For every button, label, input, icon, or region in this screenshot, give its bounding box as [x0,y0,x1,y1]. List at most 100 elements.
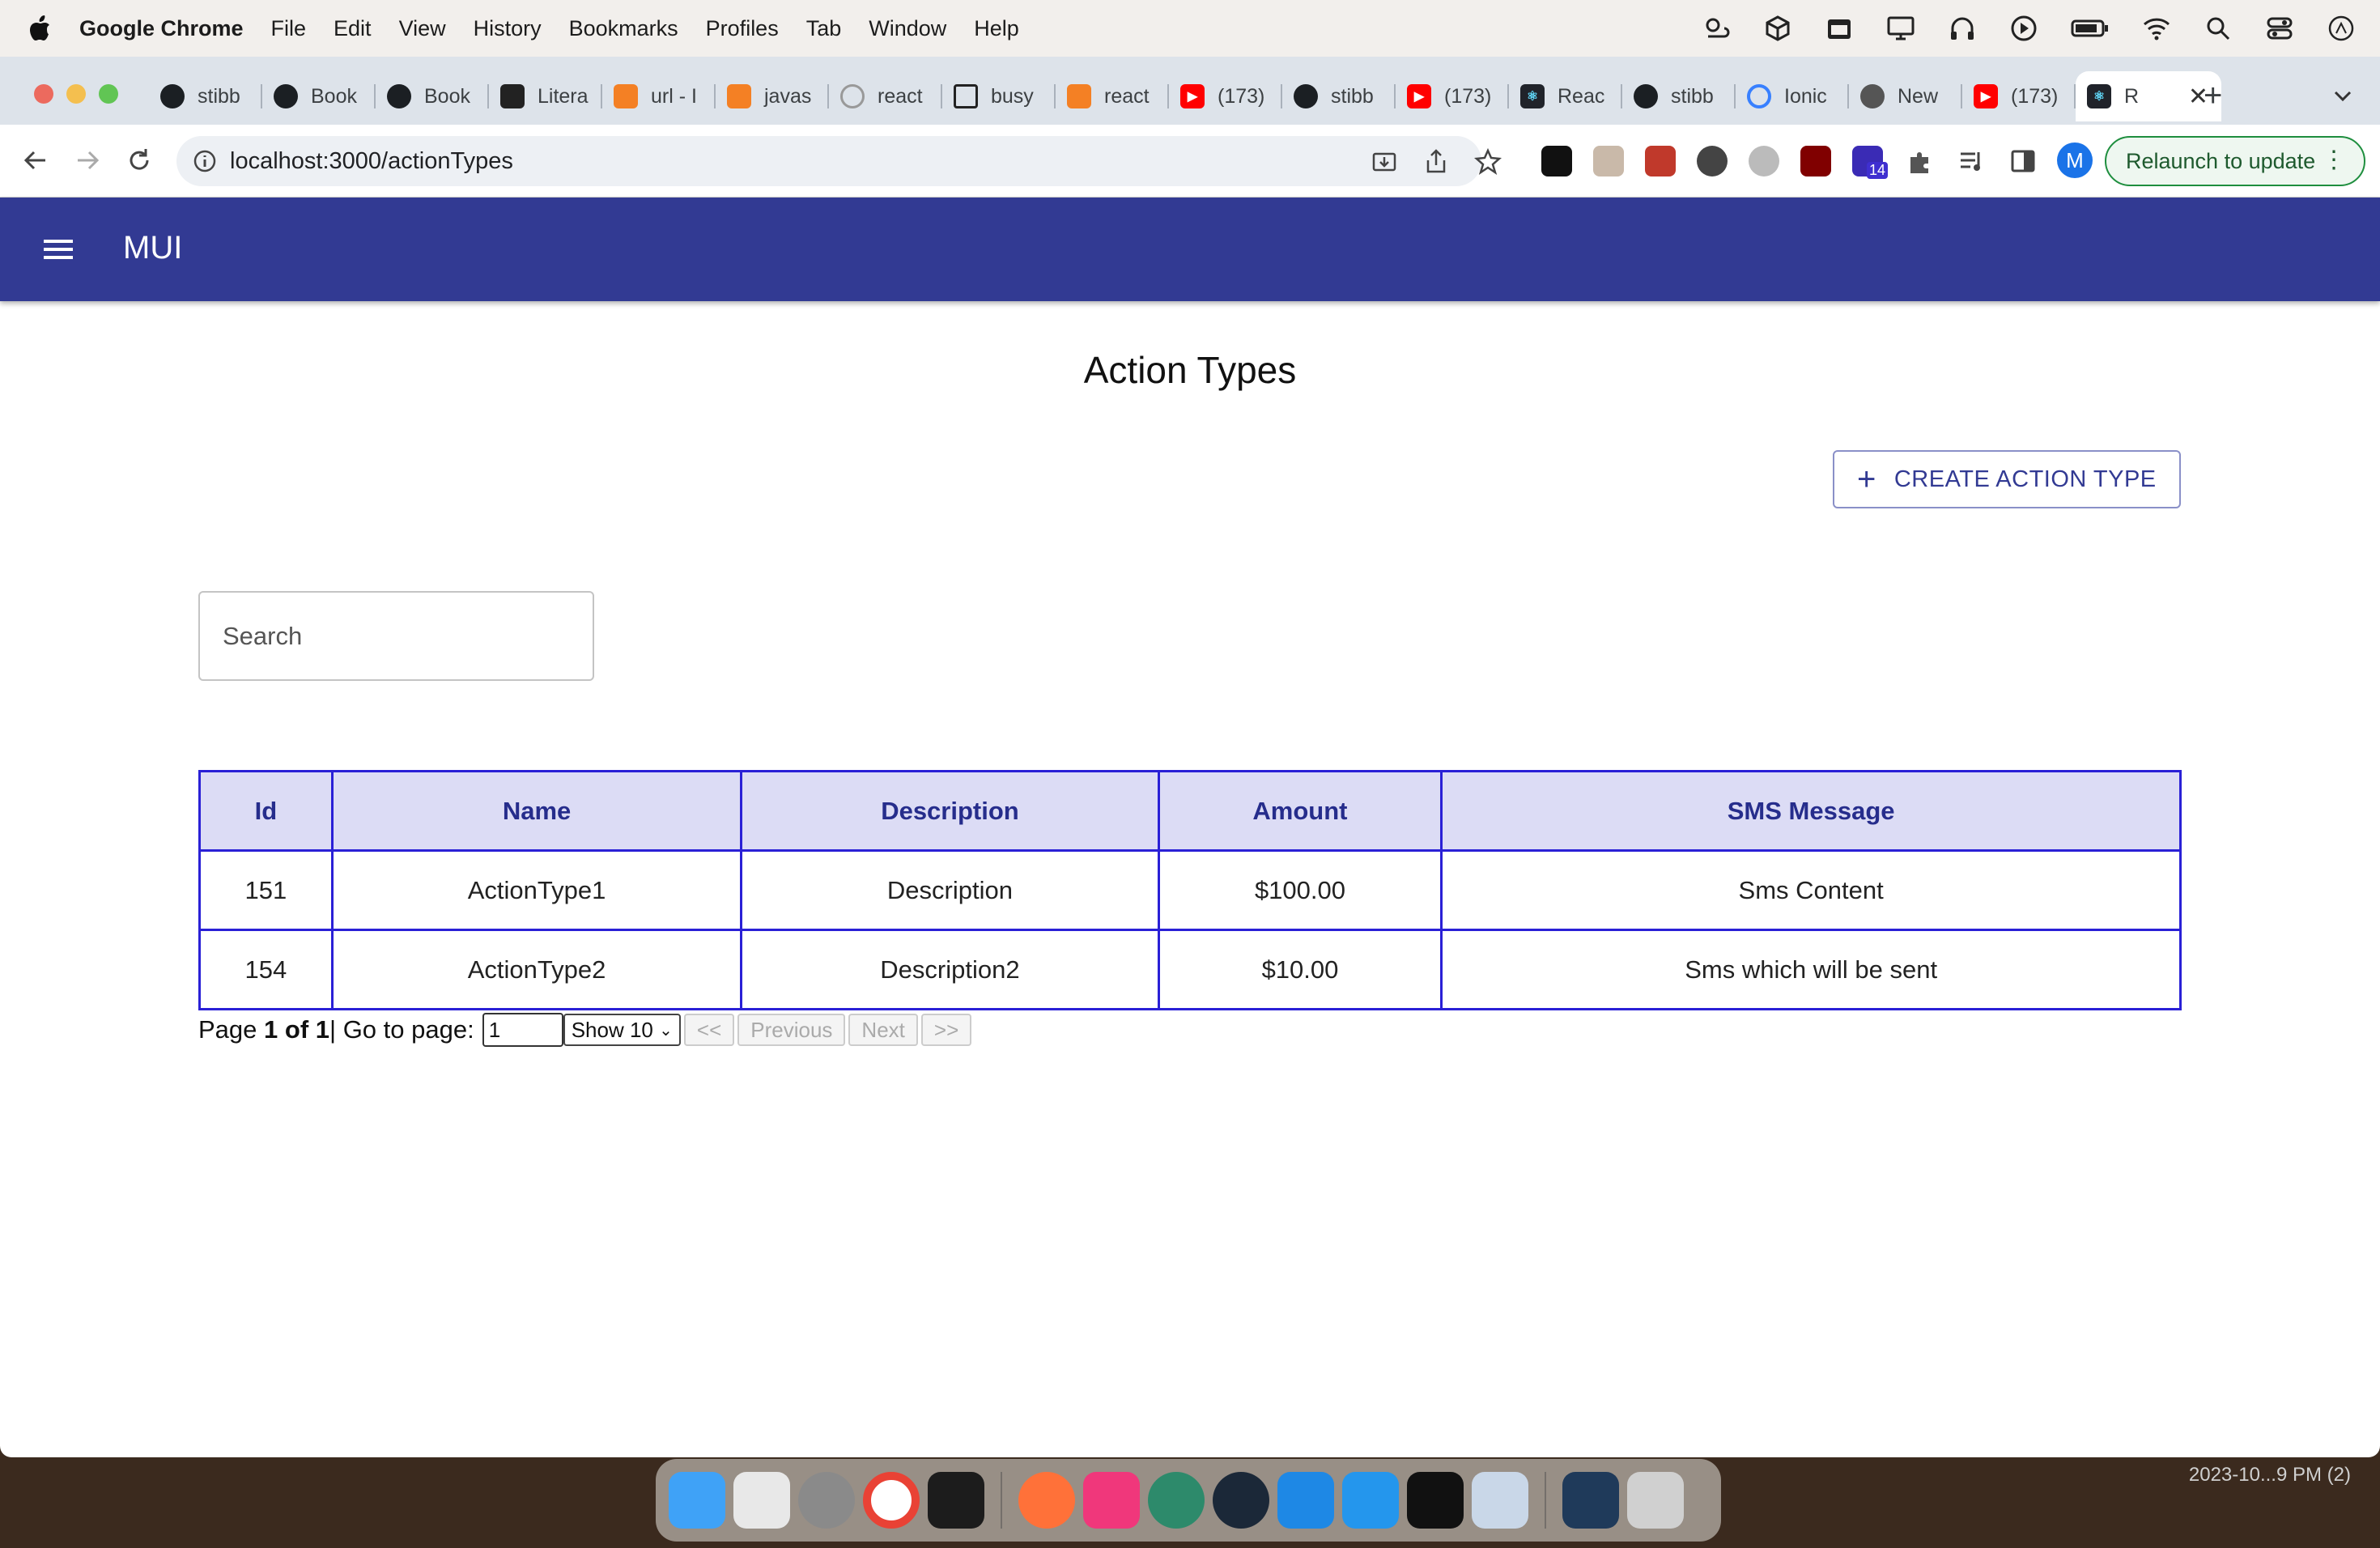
tab-react[interactable]: ⚛ Reac [1509,71,1622,121]
menu-profiles[interactable]: Profiles [706,16,779,41]
extensions-puzzle-icon[interactable] [1904,146,1935,176]
tab-github[interactable]: stibb [1282,71,1396,121]
new-tab-button[interactable]: + [2204,78,2222,114]
install-app-icon[interactable] [1370,147,1399,176]
play-icon[interactable] [2009,14,2038,43]
apple-icon[interactable] [28,15,52,42]
tab-stackoverflow[interactable]: javas [716,71,829,121]
intellij-icon[interactable] [1083,1472,1140,1529]
tab-ionic[interactable]: Ionic [1736,71,1849,121]
menu-edit[interactable]: Edit [334,16,372,41]
control-center-icon[interactable] [2265,14,2294,43]
tab-stackoverflow[interactable]: url - I [602,71,716,121]
downloads-stack-icon[interactable] [1562,1472,1619,1529]
tab-youtube[interactable]: ▶ (173) [1962,71,2076,121]
page-size-select[interactable]: Show 10 ⌄ [563,1014,681,1046]
tab-square[interactable]: busy [942,71,1056,121]
more-vert-icon[interactable]: ⋮ [2322,146,2346,174]
hamburger-menu-icon[interactable] [42,233,74,266]
relaunch-to-update-button[interactable]: Relaunch to update ⋮ [2105,136,2365,186]
tab-stackoverflow[interactable]: react [1056,71,1169,121]
calendar-icon[interactable] [1825,14,1854,43]
back-arrow-icon[interactable] [18,142,53,178]
box-icon[interactable] [1763,14,1792,43]
table-row[interactable]: 154 ActionType2 Description2 $10.00 Sms … [198,929,2182,1010]
launchpad-icon[interactable] [733,1472,790,1529]
iterm-icon[interactable] [1407,1472,1464,1529]
firefox-icon[interactable] [1018,1472,1075,1529]
next-page-button[interactable]: Next [848,1014,918,1046]
previous-page-button[interactable]: Previous [737,1014,846,1046]
pagination-separator: | [329,1015,337,1044]
menu-tab[interactable]: Tab [806,16,842,41]
menu-bookmarks[interactable]: Bookmarks [569,16,678,41]
siri-icon[interactable] [2327,14,2356,43]
tampermonkey-icon[interactable] [1541,146,1572,176]
profile-avatar[interactable]: M [2057,142,2093,178]
side-panel-icon[interactable] [2008,146,2038,176]
battery-icon[interactable] [2071,14,2110,43]
window-minimize-button[interactable] [66,84,86,104]
column-header-description[interactable]: Description [740,770,1160,852]
menu-file[interactable]: File [271,16,307,41]
menu-app-name[interactable]: Google Chrome [79,16,244,41]
forward-arrow-icon[interactable] [70,142,105,178]
atom-icon[interactable] [1148,1472,1205,1529]
menu-help[interactable]: Help [974,16,1019,41]
ublock-origin-icon[interactable] [1800,146,1831,176]
webstorm-icon[interactable] [1277,1472,1334,1529]
menu-window[interactable]: Window [869,16,946,41]
column-header-amount[interactable]: Amount [1157,770,1443,852]
tab-youtube[interactable]: ▶ (173) [1169,71,1282,121]
display-icon[interactable] [1886,14,1915,43]
finder-icon[interactable] [669,1472,725,1529]
extension-icon[interactable] [1697,146,1728,176]
trash-icon[interactable] [1627,1472,1684,1529]
share-icon[interactable] [1422,147,1451,176]
tab-github[interactable]: stibb [149,71,262,121]
reading-list-icon[interactable] [1956,146,1987,176]
table-row[interactable]: 151 ActionType1 Description $100.00 Sms … [198,849,2182,931]
goto-page-input[interactable]: 1 [482,1013,563,1047]
tab-github[interactable]: Book [376,71,489,121]
chrome-icon[interactable] [863,1472,920,1529]
spotlight-search-icon[interactable] [2204,14,2233,43]
system-settings-icon[interactable] [798,1472,855,1529]
docker-icon[interactable] [1342,1472,1399,1529]
first-page-button[interactable]: << [683,1014,735,1046]
tab-github[interactable]: stibb [1622,71,1736,121]
window-zoom-button[interactable] [99,84,118,104]
url-text[interactable]: localhost:3000/actionTypes [230,148,513,175]
preview-icon[interactable] [1472,1472,1528,1529]
tab-active[interactable]: ⚛ R ✕ [2076,71,2221,121]
desktop-file-label[interactable]: 2023-10...9 PM (2) [2189,1464,2351,1486]
menu-view[interactable]: View [399,16,446,41]
tab-document[interactable]: Litera [489,71,602,121]
chevron-down-icon[interactable] [2328,81,2357,110]
site-info-icon[interactable] [191,147,219,175]
extension-icon[interactable] [1749,146,1779,176]
tab-chrome[interactable]: New [1849,71,1962,121]
extension-icon[interactable]: 14 [1852,146,1889,179]
tab-youtube[interactable]: ▶ (173) [1396,71,1509,121]
tab-github[interactable]: Book [262,71,376,121]
column-header-name[interactable]: Name [330,770,743,852]
search-input[interactable]: Search [198,591,594,681]
terminal-icon[interactable] [928,1472,984,1529]
column-header-sms-message[interactable]: SMS Message [1440,770,2182,852]
create-action-type-button[interactable]: + CREATE ACTION TYPE [1833,450,2181,508]
headphones-icon[interactable] [1948,14,1977,43]
bookmark-star-icon[interactable] [1473,147,1502,176]
column-header-id[interactable]: Id [198,770,334,852]
address-bar[interactable]: localhost:3000/actionTypes [176,136,1502,186]
window-close-button[interactable] [34,84,53,104]
tab-loading[interactable]: react [829,71,942,121]
extension-icon[interactable] [1593,146,1624,176]
last-page-button[interactable]: >> [920,1014,972,1046]
menu-history[interactable]: History [474,16,542,41]
extension-icon[interactable] [1645,146,1676,176]
weather-icon[interactable] [1702,14,1731,43]
wifi-icon[interactable] [2142,14,2171,43]
steam-icon[interactable] [1213,1472,1269,1529]
reload-icon[interactable] [121,142,157,178]
